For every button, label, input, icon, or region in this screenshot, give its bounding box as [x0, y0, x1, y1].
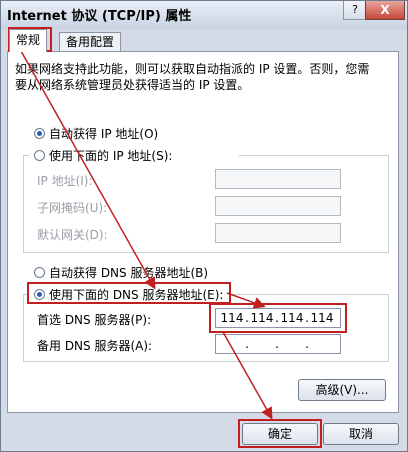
- manual-ip-label: 使用下面的 IP 地址(S):: [49, 149, 173, 163]
- default-gateway-label: 默认网关(D):: [37, 228, 108, 242]
- tab-alternate-config[interactable]: 备用配置: [59, 32, 122, 51]
- alternate-dns-input[interactable]: . . .: [215, 334, 341, 354]
- title-bar: Internet 协议 (TCP/IP) 属性 ? X: [1, 1, 407, 29]
- manual-dns-radio[interactable]: [34, 289, 45, 300]
- manual-ip-radio[interactable]: [34, 150, 45, 161]
- close-button[interactable]: X: [365, 1, 405, 20]
- preferred-dns-label: 首选 DNS 服务器(P):: [37, 313, 152, 327]
- tcpip-properties-dialog: Internet 协议 (TCP/IP) 属性 ? X 常规 备用配置 如果网络…: [0, 0, 408, 452]
- preferred-dns-octet-2: 114: [250, 311, 274, 325]
- ip-address-input[interactable]: [215, 169, 341, 189]
- auto-ip-radio[interactable]: [34, 128, 45, 139]
- alternate-dns-label: 备用 DNS 服务器(A):: [37, 339, 153, 353]
- manual-dns-label: 使用下面的 DNS 服务器地址(E):: [49, 288, 224, 302]
- auto-dns-radio[interactable]: [34, 267, 45, 278]
- help-button[interactable]: ?: [343, 1, 367, 20]
- ip-address-label: IP 地址(I):: [37, 174, 93, 188]
- preferred-dns-octet-1: 114: [220, 311, 244, 325]
- default-gateway-input[interactable]: [215, 223, 341, 243]
- ok-button[interactable]: 确定: [242, 423, 318, 445]
- auto-ip-label: 自动获得 IP 地址(O): [49, 127, 159, 141]
- preferred-dns-input[interactable]: 114 . 114 . 114 . 114: [215, 308, 341, 328]
- auto-dns-label: 自动获得 DNS 服务器地址(B): [49, 266, 209, 280]
- tab-general[interactable]: 常规: [9, 29, 48, 52]
- window-title: Internet 协议 (TCP/IP) 属性: [7, 9, 192, 24]
- subnet-mask-input[interactable]: [215, 196, 341, 216]
- subnet-mask-label: 子网掩码(U):: [37, 201, 108, 215]
- preferred-dns-octet-3: 114: [280, 311, 304, 325]
- cancel-button[interactable]: 取消: [323, 423, 399, 445]
- description-text: 如果网络支持此功能，则可以获取自动指派的 IP 设置。否则，您需要从网络系统管理…: [15, 62, 370, 92]
- advanced-button[interactable]: 高级(V)...: [298, 379, 386, 401]
- preferred-dns-octet-4: 114: [310, 311, 334, 325]
